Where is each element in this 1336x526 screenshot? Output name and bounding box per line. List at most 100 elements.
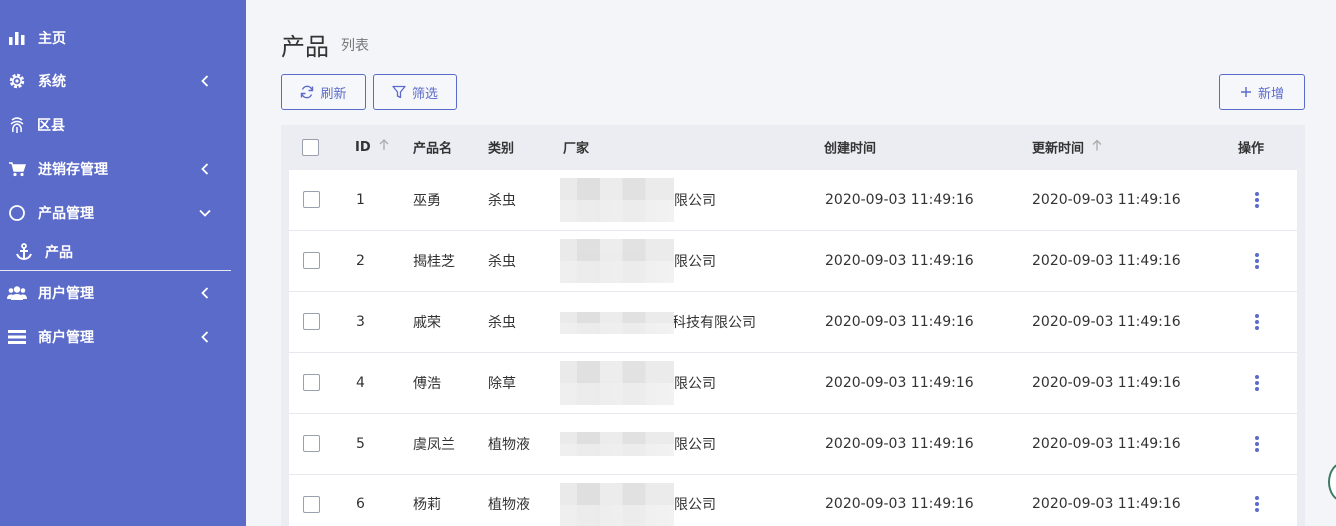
column-header-updated[interactable]: 更新时间	[1032, 138, 1102, 157]
chevron-left-icon	[199, 75, 211, 87]
redacted-area	[560, 178, 674, 222]
sidebar-item-label: 主页	[38, 31, 66, 47]
cell-id: 6	[356, 496, 365, 512]
cell-category: 杀虫	[488, 254, 516, 270]
product-table: ID 产品名 类别 厂家 创建时间 更新时间 操作 1 巫勇 杀虫 限公司 20…	[281, 125, 1305, 526]
chevron-left-icon	[199, 163, 211, 175]
chevron-down-icon	[199, 207, 211, 219]
cell-category: 除草	[488, 376, 516, 392]
row-checkbox[interactable]	[303, 191, 320, 208]
sidebar-item-products[interactable]: 产品	[0, 232, 231, 272]
column-header-created: 创建时间	[824, 141, 877, 157]
cell-vendor: 限公司	[674, 376, 716, 392]
chevron-left-icon	[199, 287, 211, 299]
cell-created: 2020-09-03 11:49:16	[825, 436, 974, 452]
sidebar-item-label: 区县	[37, 118, 65, 134]
cell-category: 植物液	[488, 437, 530, 453]
redacted-area	[560, 312, 674, 334]
cell-created: 2020-09-03 11:49:16	[825, 314, 974, 330]
row-checkbox[interactable]	[303, 496, 320, 513]
cell-name: 巫勇	[413, 193, 441, 209]
plus-icon	[1240, 86, 1252, 98]
filter-button[interactable]: 筛选	[373, 74, 457, 110]
column-header-vendor: 厂家	[563, 141, 590, 157]
redacted-area	[560, 239, 674, 283]
column-header-id[interactable]: ID	[355, 139, 389, 155]
cell-updated: 2020-09-03 11:49:16	[1032, 192, 1181, 208]
sidebar-item-label: 系统	[38, 74, 66, 90]
cell-name: 虞凤兰	[413, 437, 455, 453]
list-icon	[7, 327, 27, 347]
cell-vendor: 限公司	[674, 193, 716, 209]
more-actions-icon[interactable]	[1252, 375, 1262, 391]
sidebar-item-system[interactable]: 系统	[0, 61, 231, 101]
cell-category: 杀虫	[488, 315, 516, 331]
cell-name: 傅浩	[413, 376, 441, 392]
row-checkbox[interactable]	[303, 313, 320, 330]
anchor-icon	[14, 242, 34, 262]
sidebar-item-product-management[interactable]: 产品管理	[0, 193, 231, 233]
cell-updated: 2020-09-03 11:49:16	[1032, 375, 1181, 391]
sidebar: 主页 系统 区县 进销存管理 产品管理 产品 用户管理 商户管理	[0, 0, 246, 526]
cell-created: 2020-09-03 11:49:16	[825, 253, 974, 269]
table-header: ID 产品名 类别 厂家 创建时间 更新时间 操作	[281, 125, 1305, 169]
page-title: 产品	[281, 33, 329, 61]
table-row: 6 杨莉 植物液 限公司 2020-09-03 11:49:16 2020-09…	[289, 475, 1297, 526]
table-row: 2 揭桂芝 杀虫 限公司 2020-09-03 11:49:16 2020-09…	[289, 231, 1297, 292]
cell-id: 3	[356, 314, 365, 330]
sidebar-item-label: 进销存管理	[38, 162, 108, 178]
more-actions-icon[interactable]	[1252, 253, 1262, 269]
add-button[interactable]: 新增	[1219, 74, 1305, 110]
more-actions-icon[interactable]	[1252, 436, 1262, 452]
cell-vendor: 科技有限公司	[672, 315, 756, 331]
cart-icon	[7, 159, 27, 179]
more-actions-icon[interactable]	[1252, 496, 1262, 512]
cell-updated: 2020-09-03 11:49:16	[1032, 253, 1181, 269]
more-actions-icon[interactable]	[1252, 314, 1262, 330]
redacted-area	[560, 432, 674, 456]
cell-name: 戚荣	[413, 315, 441, 331]
sidebar-item-merchant-management[interactable]: 商户管理	[0, 317, 231, 357]
more-actions-icon[interactable]	[1252, 192, 1262, 208]
sidebar-item-label: 产品管理	[38, 206, 94, 222]
floating-action-icon[interactable]	[1328, 462, 1336, 502]
table-row: 3 戚荣 杀虫 科技有限公司 2020-09-03 11:49:16 2020-…	[289, 292, 1297, 353]
fingerprint-icon	[7, 115, 27, 135]
table-row: 4 傅浩 除草 限公司 2020-09-03 11:49:16 2020-09-…	[289, 353, 1297, 414]
cell-updated: 2020-09-03 11:49:16	[1032, 496, 1181, 512]
gear-icon	[7, 71, 27, 91]
sidebar-item-home[interactable]: 主页	[0, 18, 231, 58]
sort-up-icon	[379, 139, 389, 155]
row-checkbox[interactable]	[303, 435, 320, 452]
cell-id: 5	[356, 436, 365, 452]
circle-icon	[7, 203, 27, 223]
sort-up-icon	[1092, 139, 1102, 155]
chevron-left-icon	[199, 331, 211, 343]
column-header-actions: 操作	[1238, 141, 1265, 157]
sidebar-item-label: 产品	[45, 245, 73, 261]
cell-created: 2020-09-03 11:49:16	[825, 375, 974, 391]
cell-id: 4	[356, 375, 365, 391]
table-row: 1 巫勇 杀虫 限公司 2020-09-03 11:49:16 2020-09-…	[289, 170, 1297, 231]
row-checkbox[interactable]	[303, 252, 320, 269]
sidebar-item-user-management[interactable]: 用户管理	[0, 273, 231, 313]
redacted-area	[560, 361, 674, 405]
sidebar-item-district[interactable]: 区县	[0, 105, 231, 145]
sidebar-item-label: 商户管理	[38, 330, 94, 346]
add-label: 新增	[1257, 86, 1284, 102]
cell-vendor: 限公司	[674, 437, 716, 453]
sidebar-item-inventory[interactable]: 进销存管理	[0, 149, 231, 189]
row-checkbox[interactable]	[303, 374, 320, 391]
redacted-area	[560, 483, 674, 526]
column-header-name: 产品名	[413, 141, 453, 157]
cell-id: 1	[356, 192, 365, 208]
cell-created: 2020-09-03 11:49:16	[825, 496, 974, 512]
table-row: 5 虞凤兰 植物液 限公司 2020-09-03 11:49:16 2020-0…	[289, 414, 1297, 475]
cell-name: 杨莉	[413, 497, 441, 513]
cell-vendor: 限公司	[674, 254, 716, 270]
filter-icon	[392, 85, 406, 99]
refresh-button[interactable]: 刷新	[281, 74, 366, 110]
cell-name: 揭桂芝	[413, 254, 455, 270]
select-all-checkbox[interactable]	[302, 139, 319, 156]
cell-updated: 2020-09-03 11:49:16	[1032, 436, 1181, 452]
